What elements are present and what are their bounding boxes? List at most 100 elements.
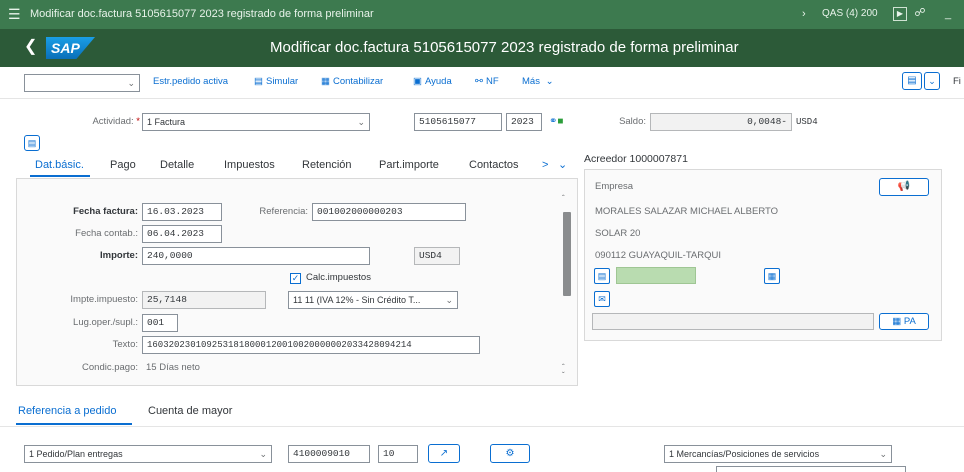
referencia-field[interactable]: 001002000000203 <box>312 203 466 221</box>
texto-field[interactable]: 1603202301092531818000120010020000002033… <box>142 336 480 354</box>
po-options-button[interactable]: ⚙ <box>490 444 530 463</box>
partial-field <box>716 466 906 472</box>
saldo-currency: USD4 <box>796 117 818 127</box>
window-title-bar: ☰ Modificar doc.factura 5105615077 2023 … <box>0 0 964 29</box>
vendor-bank-field[interactable] <box>616 267 696 284</box>
impte-impuesto-label: Impte.impuesto: <box>70 294 138 305</box>
fecha-contab-field[interactable]: 06.04.2023 <box>142 225 222 243</box>
tab-contactos[interactable]: Contactos <box>469 158 519 172</box>
vendor-name: MORALES SALAZAR MICHAEL ALBERTO <box>595 206 779 217</box>
settings-icon: ⚙ <box>505 448 515 459</box>
calc-impuestos-checkbox[interactable]: ✓ <box>290 273 301 284</box>
chevron-down-icon: ⌄ <box>357 117 365 127</box>
tab-part-importe[interactable]: Part.importe <box>379 158 439 172</box>
external-link-icon: ↗ <box>439 448 449 459</box>
referencia-label: Referencia: <box>259 206 308 217</box>
actividad-value: 1 Factura <box>147 117 186 127</box>
tab-cuenta-mayor[interactable]: Cuenta de mayor <box>148 405 232 417</box>
layout-button[interactable]: ▤ <box>902 72 922 90</box>
mas-button[interactable]: Más ⌄ <box>522 76 557 88</box>
importe-currency-field: USD4 <box>414 247 460 265</box>
saldo-field: 0,0048- <box>650 113 792 131</box>
chevron-down-icon: ⌄ <box>879 449 887 459</box>
nf-label: NF <box>485 76 499 87</box>
contabilizar-button[interactable]: ▦ Contabilizar <box>321 76 383 88</box>
scroll-arrows-icon[interactable]: ˆˇ <box>562 364 565 380</box>
po-item-field[interactable]: 10 <box>378 445 418 463</box>
chevron-down-icon: ⌄ <box>445 295 453 305</box>
po-type-value: 1 Pedido/Plan entregas <box>29 449 123 459</box>
page-title: Modificar doc.factura 5105615077 2023 re… <box>270 39 739 56</box>
importe-field[interactable]: 240,0000 <box>142 247 370 265</box>
tab-pago[interactable]: Pago <box>110 158 136 172</box>
chevron-down-icon: ⌄ <box>127 78 135 88</box>
tab-referencia-pedido[interactable]: Referencia a pedido <box>18 405 116 417</box>
play-icon[interactable]: ▶ <box>893 7 907 21</box>
simular-label: Simular <box>265 76 299 87</box>
help-icon: ▣ <box>413 76 422 87</box>
condic-pago-label: Condic.pago: <box>82 362 138 373</box>
ayuda-button[interactable]: ▣ Ayuda <box>413 76 452 88</box>
system-indicator: QAS (4) 200 <box>822 8 878 19</box>
ayuda-label: Ayuda <box>424 76 452 87</box>
scroll-up-icon[interactable]: ˆ <box>562 194 565 203</box>
lug-oper-field[interactable]: 001 <box>142 314 178 332</box>
tabs-overflow-icon[interactable]: ⌄ <box>558 158 567 172</box>
vendor-extra-field <box>592 313 874 330</box>
vendor-street: SOLAR 20 <box>595 228 641 239</box>
fecha-contab-label: Fecha contab.: <box>75 228 138 239</box>
po-number-field[interactable]: 4100009010 <box>288 445 370 463</box>
hamburger-menu-icon[interactable]: ☰ <box>8 7 21 21</box>
layout-icon: ▤ <box>907 75 917 86</box>
tax-code-select[interactable]: 11 11 (IVA 12% - Sin Crédito T... ⌄ <box>288 291 458 309</box>
display-button[interactable]: ▤ <box>24 135 40 151</box>
document-icon: ▤ <box>27 138 37 148</box>
toolbar-truncated-text: Fi <box>953 76 961 87</box>
chevron-down-icon: ⌄ <box>545 76 554 87</box>
minimize-icon[interactable]: _ <box>945 8 951 20</box>
chevron-right-icon[interactable]: › <box>802 8 806 20</box>
panel-scrollbar-thumb[interactable] <box>563 212 571 296</box>
email-icon[interactable]: ✉ <box>594 291 610 307</box>
layout-dropdown-button[interactable]: ⌄ <box>924 72 940 90</box>
pa-button[interactable]: ▦ PA <box>879 313 929 330</box>
mas-label: Más <box>522 76 540 87</box>
sap-logo: SAP <box>46 37 95 59</box>
po-type-select[interactable]: 1 Pedido/Plan entregas ⌄ <box>24 445 272 463</box>
nf-button[interactable]: ⚯ NF <box>475 76 499 88</box>
actividad-select[interactable]: 1 Factura ⌄ <box>142 113 370 131</box>
tab-retencion[interactable]: Retención <box>302 158 352 172</box>
chevron-down-icon: ⌄ <box>928 76 936 86</box>
document-number-field[interactable]: 5105615077 <box>414 113 502 131</box>
actividad-label-text: Actividad: <box>92 116 134 127</box>
post-icon: ▦ <box>321 76 330 87</box>
table-icon: ▦ <box>892 316 902 327</box>
toolbar-select[interactable]: ⌄ <box>24 74 140 92</box>
goods-type-select[interactable]: 1 Mercancías/Posiciones de servicios ⌄ <box>664 445 892 463</box>
document-year-field[interactable]: 2023 <box>506 113 542 131</box>
estr-pedido-label: Estr.pedido activa <box>153 76 228 87</box>
tab-dat-basic[interactable]: Dat.básic. <box>35 158 84 172</box>
edit-address-icon[interactable]: ▦ <box>764 268 780 284</box>
bank-icon[interactable]: ▤ <box>594 268 610 284</box>
active-bottom-tab-indicator <box>16 423 132 425</box>
tabs-next-icon[interactable]: > <box>542 158 548 172</box>
vendor-info-button[interactable]: 📢 <box>879 178 929 196</box>
estr-pedido-button[interactable]: Estr.pedido activa <box>153 76 228 88</box>
megaphone-icon: 📢 <box>897 181 911 192</box>
nf-icon: ⚯ <box>475 76 483 87</box>
tab-impuestos[interactable]: Impuestos <box>224 158 275 172</box>
application-toolbar: ⌄ Estr.pedido activa ▤ Simular ▦ Contabili… <box>0 67 964 99</box>
pa-label: PA <box>903 316 916 327</box>
importe-label: Importe: <box>100 250 138 261</box>
shell-header: ❮ SAP Modificar doc.factura 5105615077 2… <box>0 29 964 67</box>
tab-detalle[interactable]: Detalle <box>160 158 194 172</box>
condic-pago-value: 15 Días neto <box>146 362 200 373</box>
open-po-button[interactable]: ↗ <box>428 444 460 463</box>
simular-button[interactable]: ▤ Simular <box>254 76 298 88</box>
unlock-icon[interactable]: ☍ <box>913 7 927 21</box>
chevron-down-icon: ⌄ <box>259 449 267 459</box>
back-icon[interactable]: ❮ <box>24 38 37 56</box>
calc-impuestos-label: Calc.impuestos <box>306 272 371 283</box>
fecha-factura-field[interactable]: 16.03.2023 <box>142 203 222 221</box>
